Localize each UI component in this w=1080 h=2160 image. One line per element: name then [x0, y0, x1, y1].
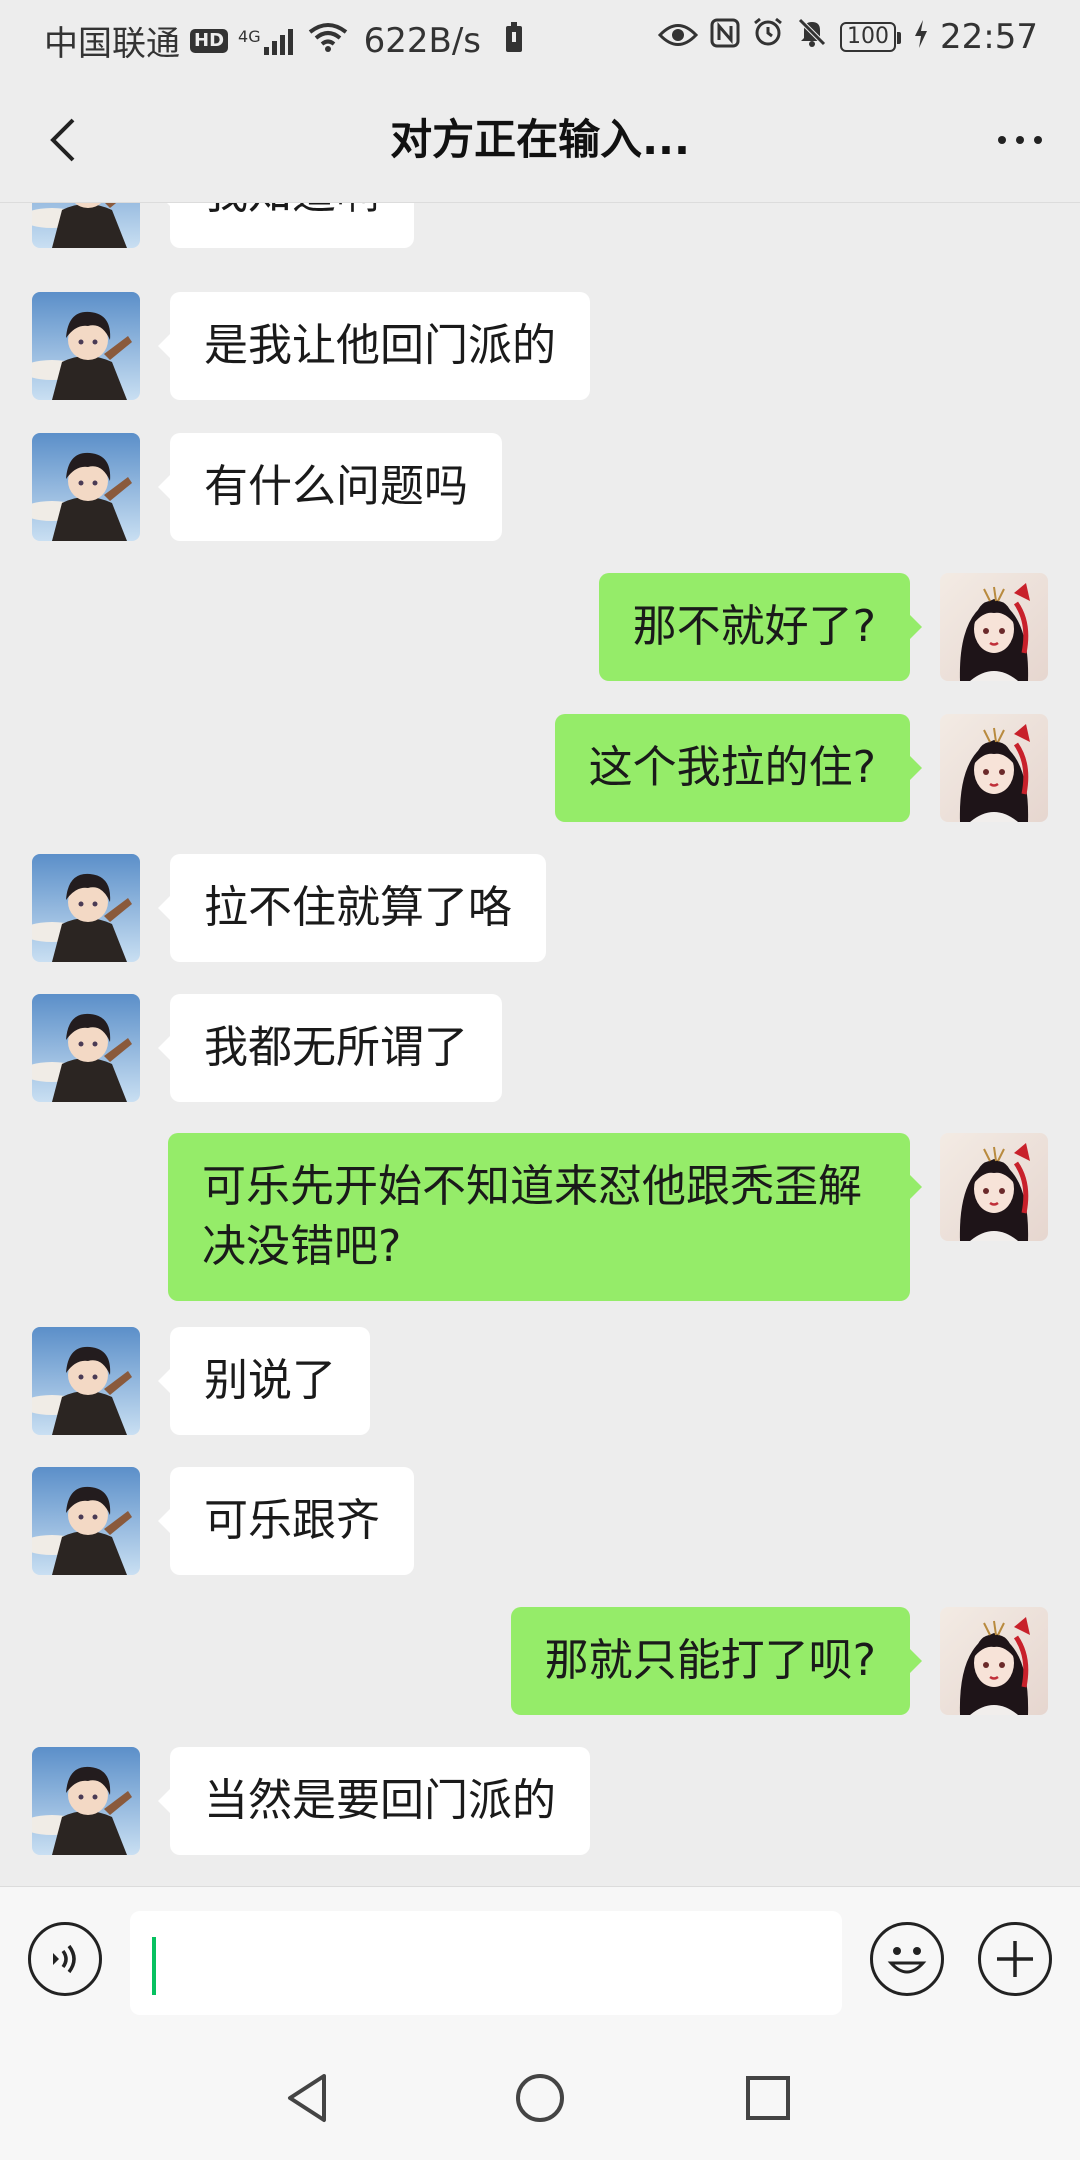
voice-button[interactable]	[28, 1922, 102, 1996]
nav-recent-button[interactable]	[736, 2066, 800, 2130]
nfc-icon	[710, 17, 740, 57]
contact-avatar[interactable]	[32, 203, 140, 248]
message-bubble[interactable]: 我都无所谓了	[158, 994, 502, 1102]
message-bubble[interactable]: 是我让他回门派的	[158, 292, 590, 400]
contact-avatar[interactable]	[32, 1327, 140, 1435]
status-left: 中国联通 HD 4G 622B/s	[44, 16, 523, 65]
contact-avatar[interactable]	[32, 994, 140, 1102]
more-button[interactable]	[988, 108, 1052, 172]
sim-icon	[505, 21, 523, 61]
nav-back-button[interactable]	[276, 2066, 340, 2130]
contact-avatar[interactable]	[32, 854, 140, 962]
more-dot	[998, 136, 1006, 144]
self-avatar[interactable]	[940, 1607, 1048, 1715]
composer-bar	[0, 1886, 1080, 2037]
carrier-name: 中国联通	[44, 24, 180, 64]
message-bubble[interactable]: 当然是要回门派的	[158, 1747, 590, 1855]
status-bar: 中国联通 HD 4G 622B/s 100 22:57	[0, 0, 1080, 78]
message-bubble[interactable]: 这个我拉的住?	[554, 714, 923, 822]
message-bubble[interactable]: 那不就好了?	[598, 573, 923, 681]
contact-avatar[interactable]	[32, 1467, 140, 1575]
contact-avatar[interactable]	[32, 433, 140, 541]
status-right: 100 22:57	[657, 16, 1038, 57]
chat-header: 对方正在输入...	[0, 78, 1080, 203]
message-bubble[interactable]: 别说了	[158, 1327, 370, 1435]
more-dot	[1016, 136, 1024, 144]
more-dot	[1034, 136, 1042, 144]
wifi-icon	[308, 21, 348, 61]
clock-time: 22:57	[940, 16, 1038, 57]
nav-home-icon	[516, 2074, 564, 2122]
emoji-icon	[887, 1947, 927, 1974]
network-type: 4G	[238, 26, 261, 46]
battery-level: 100	[840, 21, 902, 52]
charging-icon	[914, 17, 928, 57]
self-avatar[interactable]	[940, 573, 1048, 681]
voice-icon	[53, 1944, 76, 1974]
message-bubble[interactable]: 我知道啊	[158, 203, 414, 248]
chat-title: 对方正在输入...	[390, 115, 690, 164]
eye-icon	[657, 17, 699, 57]
signal-icon: 4G	[238, 27, 298, 55]
alarm-icon	[752, 16, 784, 57]
nav-home-button[interactable]	[508, 2066, 572, 2130]
message-bubble[interactable]: 有什么问题吗	[158, 433, 502, 541]
mute-icon	[796, 16, 828, 57]
nav-recent-icon	[746, 2076, 790, 2120]
contact-avatar[interactable]	[32, 1747, 140, 1855]
message-list[interactable]: 我知道啊 是我让他回门派的 有什么问题吗 那不就好了? 这个我拉的住? 拉不住就…	[0, 203, 1080, 1886]
hd-badge: HD	[190, 28, 229, 53]
message-bubble[interactable]: 可乐跟齐	[158, 1467, 414, 1575]
self-avatar[interactable]	[940, 714, 1048, 822]
more-functions-button[interactable]	[978, 1922, 1052, 1996]
message-bubble[interactable]: 可乐先开始不知道来怼他跟秃歪解 决没错吧?	[168, 1133, 922, 1301]
text-caret	[152, 1937, 156, 1995]
network-speed: 622B/s	[363, 20, 481, 61]
emoji-button[interactable]	[870, 1922, 944, 1996]
self-avatar[interactable]	[940, 1133, 1048, 1241]
contact-avatar[interactable]	[32, 292, 140, 400]
nav-back-icon	[288, 2074, 326, 2122]
system-nav-bar	[0, 2036, 1080, 2160]
message-input[interactable]	[130, 1911, 842, 2015]
message-bubble[interactable]: 拉不住就算了咯	[158, 854, 546, 962]
plus-icon	[997, 1941, 1033, 1977]
message-bubble[interactable]: 那就只能打了呗?	[510, 1607, 923, 1715]
